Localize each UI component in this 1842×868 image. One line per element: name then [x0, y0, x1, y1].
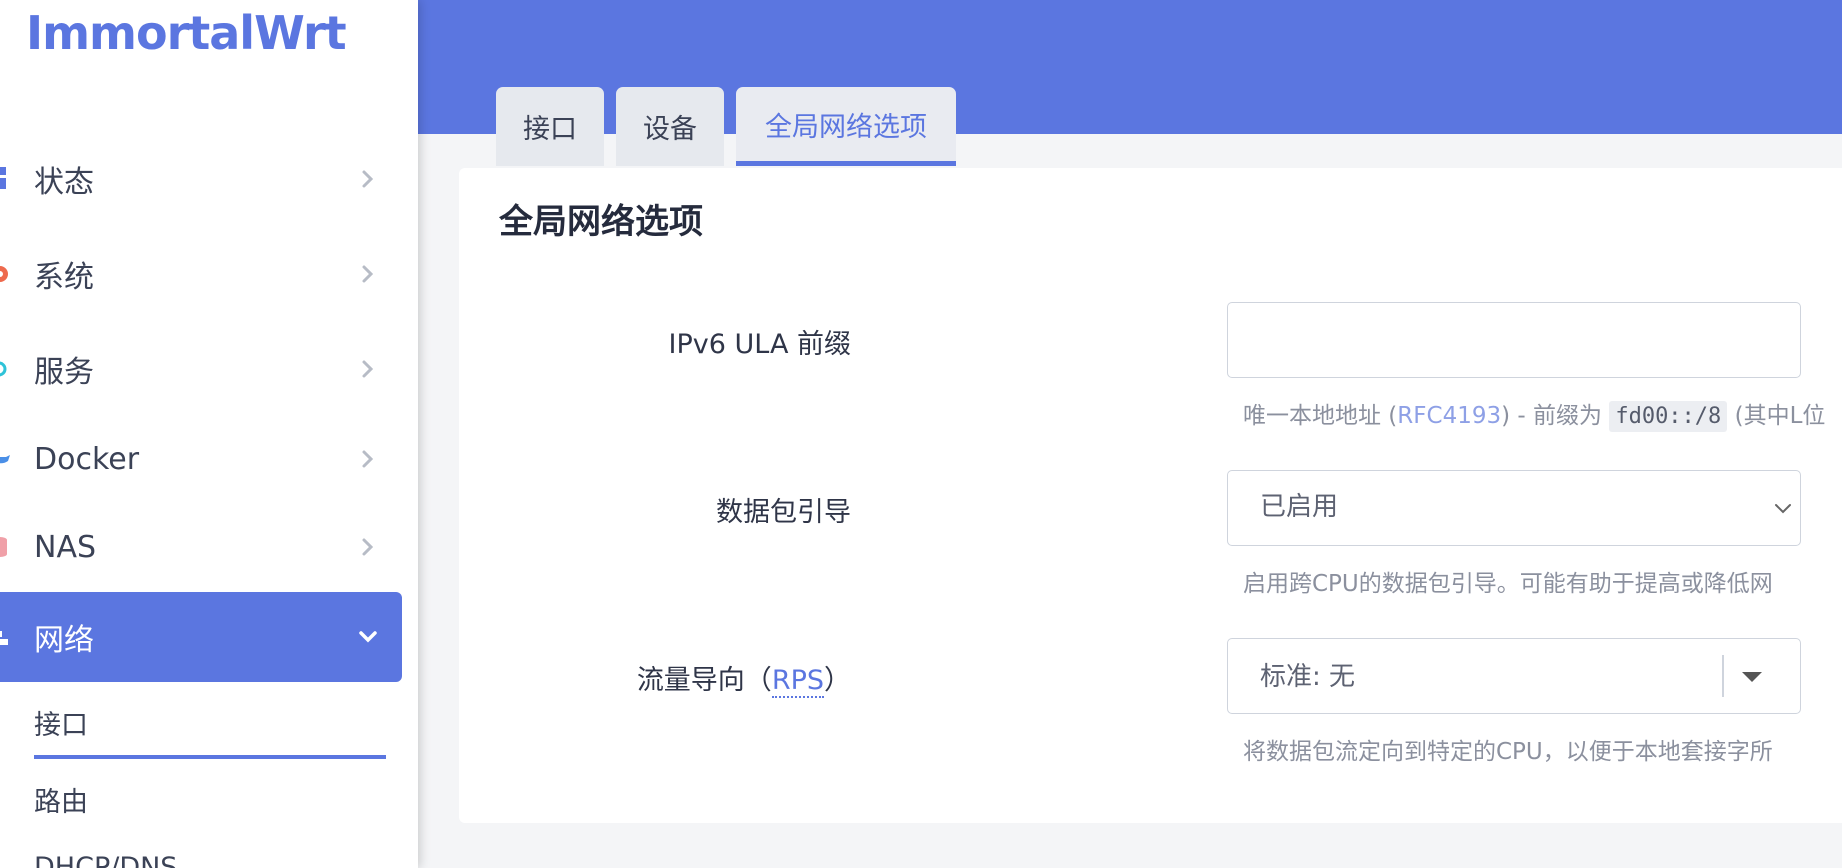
packet-steering-label: 数据包引导 — [716, 497, 851, 528]
sidebar-item-services[interactable]: 服务 — [0, 324, 402, 414]
sidebar-subitem-dhcp-dns[interactable]: DHCP/DNS — [34, 852, 177, 868]
sidebar-item-label: 状态 — [34, 165, 94, 200]
sidebar-item-label: 网络 — [34, 623, 94, 658]
chevron-right-icon — [362, 170, 374, 188]
ula-prefix-label: IPv6 ULA 前缀 — [668, 329, 851, 360]
sidebar-item-docker[interactable]: Docker — [0, 414, 402, 504]
caret-down-icon — [1742, 672, 1762, 682]
chevron-right-icon — [362, 265, 374, 283]
packet-steering-value: 已启用 — [1260, 492, 1339, 522]
active-subitem-underline — [34, 755, 386, 759]
network-icon — [0, 626, 12, 648]
rps-link[interactable]: RPS — [771, 665, 824, 698]
sidebar-item-system[interactable]: 系统 — [0, 229, 402, 319]
help-text: 唯一本地地址 ( — [1243, 403, 1398, 429]
packet-steering-help: 启用跨CPU的数据包引导。可能有助于提高或降低网 — [1243, 571, 1773, 597]
gear-icon — [0, 263, 12, 285]
ula-prefix-field[interactable] — [1227, 302, 1801, 378]
select-divider — [1722, 655, 1724, 697]
sidebar-item-label: NAS — [34, 529, 97, 565]
chevron-right-icon — [362, 360, 374, 378]
sidebar-subitem-interfaces[interactable]: 接口 — [34, 703, 88, 742]
cog-icon — [0, 358, 12, 380]
rps-label-text: ） — [824, 665, 851, 696]
sidebar-item-label: 系统 — [34, 260, 94, 295]
sidebar-item-nas[interactable]: NAS — [0, 502, 402, 592]
rps-help: 将数据包流定向到特定的CPU，以便于本地套接字所 — [1243, 739, 1773, 765]
packet-steering-select[interactable]: 已启用 — [1227, 470, 1801, 546]
logo[interactable]: ImmortalWrt — [26, 6, 347, 60]
tab-global-network-options[interactable]: 全局网络选项 — [736, 87, 956, 166]
ula-prefix-code: fd00::/8 — [1609, 401, 1728, 432]
chevron-down-icon — [359, 631, 377, 643]
sidebar: ImmortalWrt 状态 系统 服务 Docker NAS 网络 接口 路由… — [0, 0, 418, 868]
rps-label-text: 流量导向（ — [636, 665, 772, 696]
sidebar-item-network[interactable]: 网络 — [0, 592, 402, 682]
chevron-down-icon — [1775, 504, 1791, 514]
dashboard-icon — [0, 167, 12, 190]
sidebar-subitem-routes[interactable]: 路由 — [34, 780, 88, 819]
rps-select[interactable]: 标准: 无 — [1227, 638, 1801, 714]
docker-icon — [0, 448, 12, 470]
rfc4193-link[interactable]: RFC4193 — [1397, 403, 1501, 429]
settings-panel: 全局网络选项 IPv6 ULA 前缀 唯一本地地址 (RFC4193) - 前缀… — [459, 168, 1842, 823]
sidebar-item-label: Docker — [34, 441, 140, 477]
sidebar-item-label: 服务 — [34, 355, 94, 390]
chevron-right-icon — [362, 450, 374, 468]
help-text: ) - 前缀为 — [1501, 403, 1603, 429]
rps-value: 标准: 无 — [1260, 662, 1356, 692]
tab-devices[interactable]: 设备 — [616, 87, 724, 166]
database-icon — [0, 536, 12, 558]
chevron-right-icon — [362, 538, 374, 556]
sidebar-item-status[interactable]: 状态 — [0, 134, 402, 224]
rps-label: 流量导向（RPS） — [636, 658, 851, 698]
ula-prefix-help: 唯一本地地址 (RFC4193) - 前缀为 fd00::/8 (其中L位 — [1243, 396, 1826, 432]
page-title: 全局网络选项 — [499, 202, 703, 242]
tab-interfaces[interactable]: 接口 — [496, 87, 604, 166]
ula-prefix-input[interactable] — [1228, 303, 1800, 377]
help-text: (其中L位 — [1734, 403, 1826, 429]
